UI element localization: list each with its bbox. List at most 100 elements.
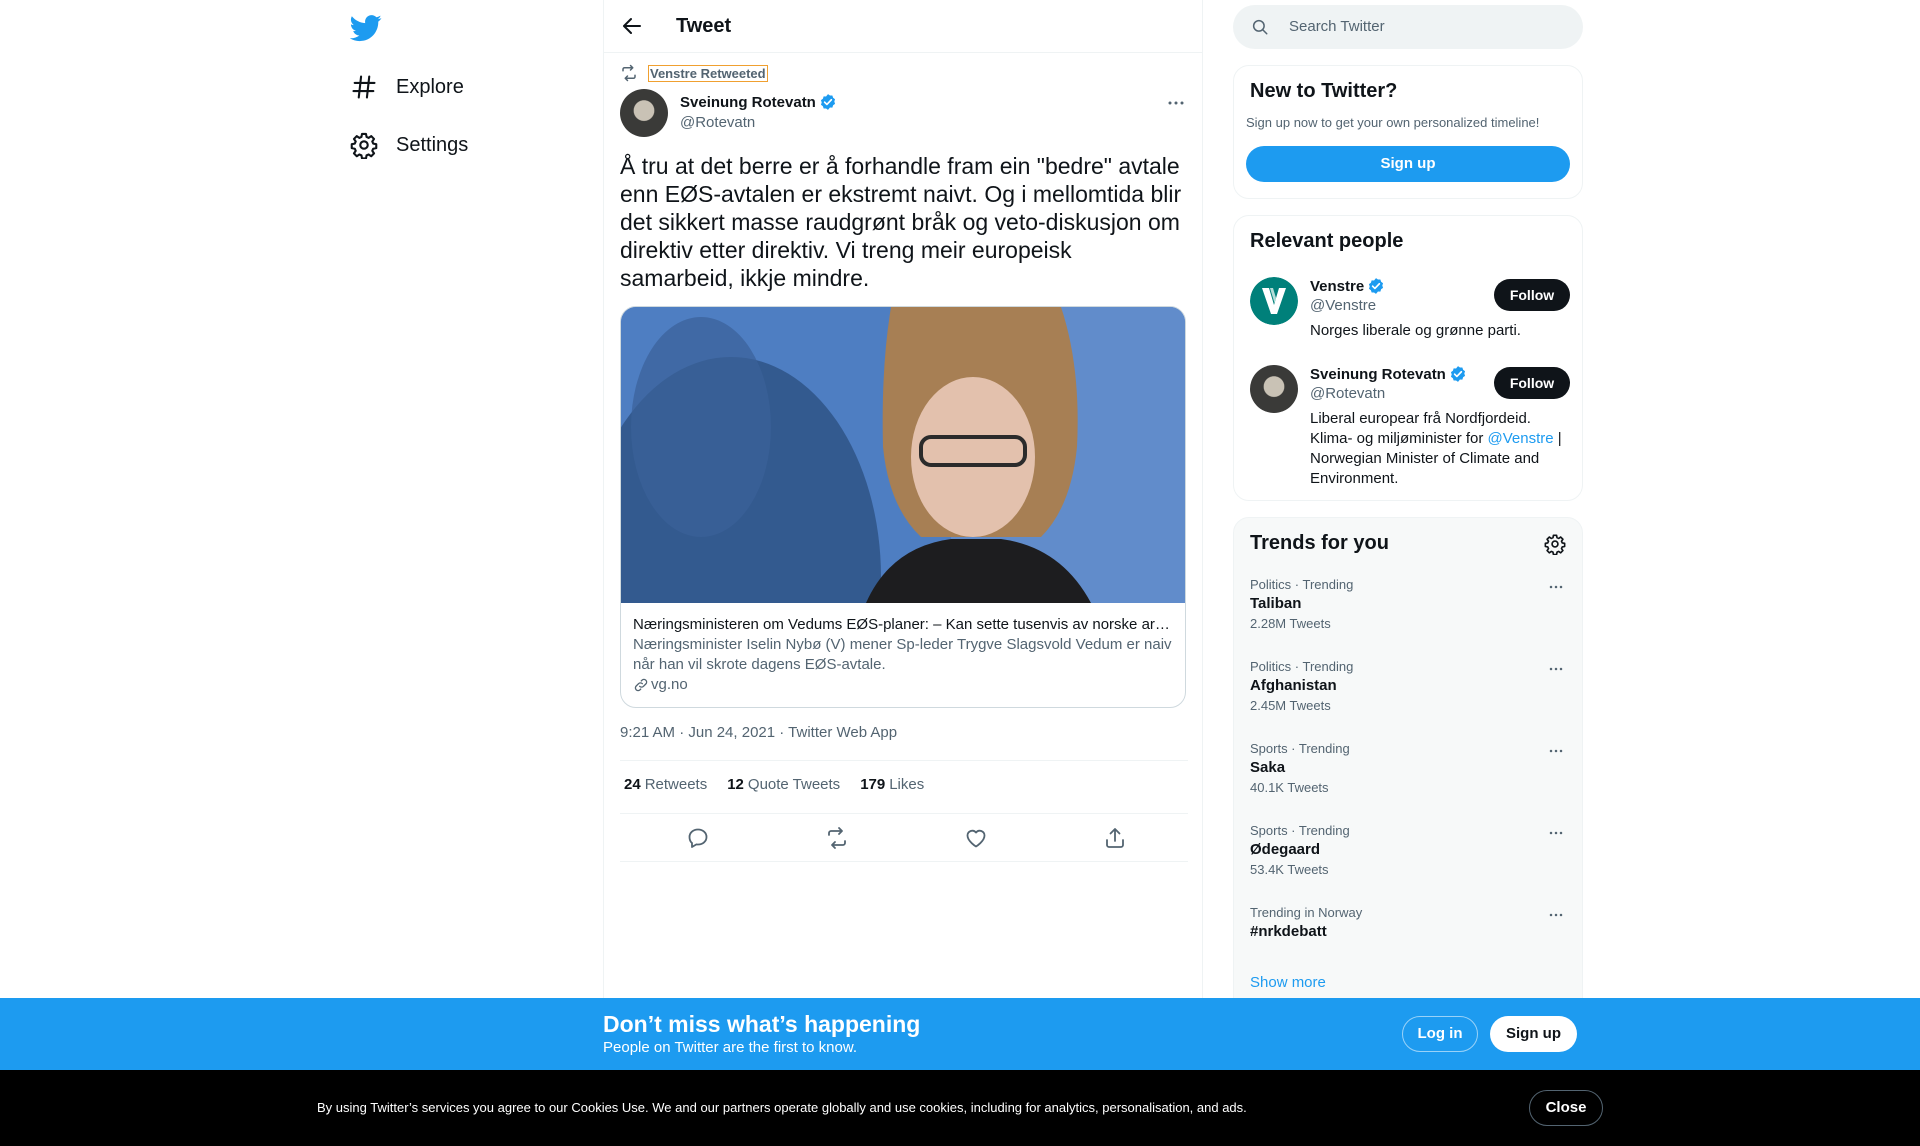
social-context: Venstre Retweeted: [620, 64, 768, 82]
trend-item[interactable]: Sports · Trending Saka 40.1K Tweets: [1250, 741, 1566, 805]
trend-name: Saka: [1250, 759, 1286, 776]
person-bio: Liberal europear frå Nordfjordeid. Klima…: [1310, 410, 1562, 487]
new-to-twitter-subtitle: Sign up now to get your own personalized…: [1246, 115, 1540, 130]
search-icon: [1251, 18, 1269, 36]
page-title: Tweet: [676, 15, 732, 37]
signup-button[interactable]: Sign up: [1246, 146, 1570, 182]
verified-badge-icon: [1367, 277, 1385, 295]
trend-item[interactable]: Trending in Norway #nrkdebatt: [1250, 905, 1566, 969]
back-arrow-icon[interactable]: [620, 14, 644, 38]
cookie-notice-text: By using Twitter’s services you agree to…: [317, 1100, 1247, 1115]
tweet-text: Å tru at det berre er å forhandle fram e…: [620, 153, 1182, 291]
more-options-icon[interactable]: [1546, 823, 1566, 843]
share-icon[interactable]: [1103, 826, 1127, 850]
trend-context: Politics · Trending: [1250, 659, 1354, 674]
trend-context: Sports · Trending: [1250, 741, 1350, 756]
trend-context: Politics · Trending: [1250, 577, 1354, 592]
search-placeholder: Search Twitter: [1289, 18, 1385, 35]
more-options-icon[interactable]: [1546, 905, 1566, 925]
retweet-icon: [620, 64, 638, 82]
person-name[interactable]: Venstre: [1310, 277, 1385, 295]
close-cookie-button[interactable]: Close: [1529, 1090, 1603, 1126]
venstre-avatar[interactable]: [1250, 277, 1298, 325]
trend-count: 2.28M Tweets: [1250, 616, 1331, 631]
tweet-timestamp[interactable]: 9:21 AM · Jun 24, 2021 · Twitter Web App: [620, 724, 897, 741]
reply-icon[interactable]: [686, 826, 710, 850]
divider: [620, 813, 1188, 814]
trend-context: Sports · Trending: [1250, 823, 1350, 838]
trend-count: 40.1K Tweets: [1250, 780, 1329, 795]
trend-name: Afghanistan: [1250, 677, 1337, 694]
person-name-text: Sveinung Rotevatn: [1310, 365, 1446, 383]
author-name-text: Sveinung Rotevatn: [680, 93, 816, 111]
card-body: Næringsministeren om Vedums EØS-planer: …: [633, 615, 1173, 695]
banner-signup-button[interactable]: Sign up: [1490, 1016, 1577, 1052]
mention-link[interactable]: @Venstre: [1488, 430, 1554, 447]
likes-stat[interactable]: 179 Likes: [860, 776, 924, 793]
person-handle[interactable]: @Venstre: [1310, 297, 1376, 314]
person-name[interactable]: Sveinung Rotevatn: [1310, 365, 1467, 383]
banner-subtitle: People on Twitter are the first to know.: [603, 1039, 858, 1056]
trend-count: 53.4K Tweets: [1250, 862, 1329, 877]
link-card[interactable]: Næringsministeren om Vedums EØS-planer: …: [620, 306, 1186, 708]
divider: [620, 760, 1188, 761]
trends-panel: Trends for you Politics · Trending Talib…: [1233, 517, 1583, 1017]
trends-title: Trends for you: [1250, 532, 1389, 554]
card-image: [621, 307, 1185, 603]
more-options-icon[interactable]: [1546, 577, 1566, 597]
trend-item[interactable]: Politics · Trending Taliban 2.28M Tweets: [1250, 577, 1566, 641]
quote-tweets-stat[interactable]: 12 Quote Tweets: [727, 776, 840, 793]
like-icon[interactable]: [964, 826, 988, 850]
card-description: Næringsminister Iselin Nybø (V) mener Sp…: [633, 636, 1172, 673]
gear-icon: [350, 131, 378, 159]
trend-item[interactable]: Politics · Trending Afghanistan 2.45M Tw…: [1250, 659, 1566, 723]
verified-badge-icon: [1449, 365, 1467, 383]
divider: [620, 861, 1188, 862]
rotevatn-avatar[interactable]: [1250, 365, 1298, 413]
retweet-icon[interactable]: [825, 826, 849, 850]
nav-explore[interactable]: Explore: [350, 67, 464, 107]
cookie-bar: By using Twitter’s services you agree to…: [0, 1070, 1920, 1146]
tweet-actions: [620, 826, 1188, 850]
person-bio: Norges liberale og grønne parti.: [1310, 322, 1521, 339]
author-handle[interactable]: @Rotevatn: [680, 114, 755, 131]
retweets-stat[interactable]: 24 Retweets: [624, 776, 707, 793]
search-input[interactable]: Search Twitter: [1233, 5, 1583, 49]
login-button[interactable]: Log in: [1402, 1016, 1478, 1052]
more-options-icon[interactable]: [1546, 659, 1566, 679]
card-title: Næringsministeren om Vedums EØS-planer: …: [633, 616, 1173, 633]
trend-count: 2.45M Tweets: [1250, 698, 1331, 713]
banner-title: Don’t miss what’s happening: [603, 1011, 921, 1037]
follow-button[interactable]: Follow: [1494, 367, 1570, 399]
nav-settings[interactable]: Settings: [350, 125, 468, 165]
more-options-icon[interactable]: [1546, 741, 1566, 761]
person-handle[interactable]: @Rotevatn: [1310, 385, 1385, 402]
more-options-icon[interactable]: [1164, 91, 1188, 115]
card-domain: vg.no: [633, 675, 1173, 695]
nav-explore-label: Explore: [396, 75, 464, 98]
nav-settings-label: Settings: [396, 133, 469, 156]
trend-context: Trending in Norway: [1250, 905, 1363, 920]
card-domain-text: vg.no: [651, 676, 688, 693]
retweeted-by-link[interactable]: Venstre Retweeted: [648, 64, 768, 82]
relevant-people-title: Relevant people: [1250, 230, 1404, 252]
trend-name: Ødegaard: [1250, 841, 1321, 858]
show-more-link[interactable]: Show more: [1250, 974, 1326, 991]
person-name-text: Venstre: [1310, 277, 1365, 295]
signup-banner: Don’t miss what’s happening People on Tw…: [0, 998, 1920, 1070]
twitter-logo-icon[interactable]: [350, 12, 382, 44]
hashtag-icon: [350, 73, 378, 101]
follow-button[interactable]: Follow: [1494, 279, 1570, 311]
new-to-twitter-panel: New to Twitter? Sign up now to get your …: [1233, 65, 1583, 199]
tweet-detail-column: Tweet Venstre Retweeted Sveinung Rotevat…: [603, 0, 1203, 1000]
author-name[interactable]: Sveinung Rotevatn: [680, 93, 837, 111]
link-icon: [633, 677, 649, 693]
author-avatar[interactable]: [620, 89, 668, 137]
gear-icon[interactable]: [1544, 533, 1566, 555]
relevant-people-panel: Relevant people Venstre @Venstre Norges …: [1233, 215, 1583, 501]
tweet-header: Tweet: [604, 0, 1202, 53]
new-to-twitter-title: New to Twitter?: [1250, 80, 1398, 102]
trend-item[interactable]: Sports · Trending Ødegaard 53.4K Tweets: [1250, 823, 1566, 887]
trend-name: #nrkdebatt: [1250, 923, 1327, 940]
tweet-stats: 24 Retweets 12 Quote Tweets 179 Likes: [624, 776, 944, 793]
